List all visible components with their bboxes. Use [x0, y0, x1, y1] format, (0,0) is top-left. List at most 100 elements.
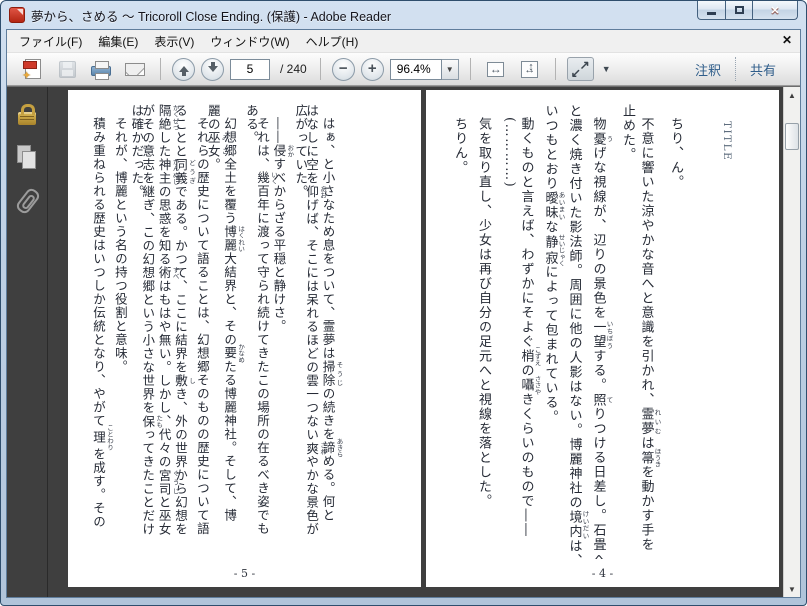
- text-column: TITLE: [709, 104, 733, 559]
- text-run: いつもとおり: [542, 104, 558, 191]
- ruby-annotated-text: 仰あお: [304, 185, 327, 199]
- text-run: りつける日差し。石畳へ: [590, 407, 606, 559]
- toolbar-separator: [160, 58, 161, 80]
- annotations-button[interactable]: 注釈: [681, 60, 735, 79]
- ruby-annotated-text: 巫女 みこ: [205, 131, 229, 158]
- attachments-button[interactable]: [15, 187, 39, 213]
- text-column: 不意に響いた涼やかな音へと意識を引かれ、霊夢 れいむは箒 ほうきを動かす手を: [637, 104, 662, 559]
- text-run: は、: [566, 539, 582, 559]
- text-run: める。何と: [320, 454, 336, 522]
- previous-page-button[interactable]: [172, 57, 195, 81]
- scroll-down-button[interactable]: ▼: [784, 581, 800, 597]
- zoom-level-combo[interactable]: 96.4% ▼: [389, 58, 459, 80]
- navigation-sidebar: [7, 87, 48, 597]
- scroll-up-button[interactable]: ▲: [784, 87, 800, 103]
- minimize-icon: [707, 11, 716, 15]
- text-column: ちり、ん。: [661, 104, 685, 559]
- create-pdf-button[interactable]: [19, 56, 47, 82]
- menu-item[interactable]: ヘルプ(H): [298, 30, 367, 53]
- ruby-annotated-text: 諦あきら: [320, 437, 344, 458]
- ruby-annotated-text: 箒ほうき: [638, 448, 662, 468]
- text-column: いつもとおり曖昧 あいまいな静寂 せいじゃくによって包まれている。: [541, 104, 566, 559]
- page-number-input[interactable]: [230, 58, 270, 80]
- fit-page-button[interactable]: [516, 56, 544, 82]
- print-button[interactable]: [87, 56, 115, 82]
- text-run: たる博麗神社。そして、博: [222, 359, 238, 522]
- ruby-annotated-text: 神主 かんぬし: [156, 158, 180, 185]
- text-column: はぁ、と小さなため息をついて、霊夢は掃除 そうじの続きを諦 あきらめる。何と: [321, 104, 344, 559]
- email-icon: [125, 62, 145, 76]
- zoom-dropdown-button[interactable]: ▼: [441, 58, 459, 80]
- maximize-button[interactable]: [726, 1, 753, 20]
- menu-item[interactable]: 編集(E): [90, 30, 146, 53]
- menu-item[interactable]: 表示(V): [146, 30, 202, 53]
- close-document-icon[interactable]: ✕: [782, 33, 792, 47]
- ruby-annotated-text: 同義 どうぎ: [172, 158, 196, 185]
- fit-width-button[interactable]: ↔: [482, 56, 510, 82]
- scrollbar-thumb[interactable]: [785, 123, 799, 150]
- zoom-level-value[interactable]: 96.4%: [389, 58, 442, 80]
- pdf-page-left: はぁ、と小さなため息をついて、霊夢は掃除 そうじの続きを諦 あきらめる。何と はなしに…: [68, 90, 421, 587]
- text-run: ることと: [172, 104, 188, 158]
- share-button[interactable]: 共有: [736, 60, 790, 79]
- text-run: TITLE: [721, 120, 733, 162]
- text-column: と濃く焼き付いた影法師。周囲に他の人影はない。博麗神社の境内 けいだいは、: [565, 104, 590, 559]
- email-button[interactable]: [121, 56, 149, 82]
- reading-mode-dropdown-icon[interactable]: ▼: [602, 64, 611, 74]
- vertical-scrollbar[interactable]: ▲ ▼: [783, 87, 800, 597]
- text-run: である。かつて、ここに結界を: [172, 185, 188, 374]
- text-run: それらの歴史について語ることは、幻想郷そのものの歴史について語: [194, 116, 210, 536]
- close-button[interactable]: ✕: [753, 1, 798, 20]
- ruby-annotated-text: 掃除 そうじ: [320, 359, 344, 387]
- paperclip-icon: [16, 187, 38, 213]
- page-thumbnails-button[interactable]: [15, 144, 39, 170]
- text-column: 気を取り直し、少女は再び自分の足元へと視線を落とした。: [469, 104, 493, 559]
- pdf-page-right: TITLE ちり、ん。 不意に響いた涼やかな音へと意識を引かれ、霊夢 れいむは箒 ほうき…: [426, 90, 779, 587]
- text-run: やかな景色が: [304, 455, 320, 536]
- scrollbar-track[interactable]: [784, 103, 800, 581]
- save-icon: [58, 60, 76, 78]
- plus-icon: +: [367, 60, 377, 77]
- text-run: 不意に響いた涼やかな音へと意識を引かれ、: [638, 117, 654, 407]
- text-run: な: [542, 220, 558, 235]
- menu-items: ファイル(F) 編集(E) 表示(V) ウィンドウ(W) ヘルプ(H): [11, 30, 366, 53]
- text-run: を動かす手を: [638, 465, 654, 552]
- ruby-annotated-text: 隔絶 かくぜつ: [156, 104, 180, 131]
- close-icon: ✕: [770, 4, 780, 17]
- menu-bar: ファイル(F) 編集(E) 表示(V) ウィンドウ(W) ヘルプ(H) ✕: [7, 30, 800, 53]
- text-run: はぁ、と小さなため息をついて、霊夢は: [320, 116, 336, 360]
- security-panel-button[interactable]: [15, 101, 39, 127]
- page-text: はぁ、と小さなため息をついて、霊夢は掃除 そうじの続きを諦 あきらめる。何と はなしに…: [74, 104, 343, 559]
- page-count-label: / 240: [280, 62, 307, 76]
- minimize-button[interactable]: [697, 1, 726, 20]
- menu-item[interactable]: ウィンドウ(W): [202, 30, 297, 53]
- down-arrow-icon: [207, 62, 218, 72]
- text-run: げば、そこには呆れるほどの雲一つない: [304, 198, 320, 442]
- ruby-annotated-text: 霊夢 れいむ: [638, 407, 662, 436]
- text-run: した: [156, 131, 172, 158]
- zoom-out-button[interactable]: −: [331, 57, 355, 81]
- text-run: はなしに空を: [304, 104, 320, 185]
- text-run: 動くものと言えば、わずかにそよぐ: [518, 117, 534, 349]
- menu-item[interactable]: ファイル(F): [11, 30, 90, 53]
- create-pdf-icon: [22, 59, 41, 82]
- text-run: 気を取り直し、少女は再び自分の足元へと視線を落とした。: [476, 117, 491, 509]
- ruby-annotated-text: 術すべ: [156, 266, 180, 280]
- toolbar-separator: [554, 58, 556, 80]
- zoom-in-button[interactable]: +: [360, 57, 384, 81]
- text-column: 幻想郷全土を覆う博麗 はくれい大結界と、その要 かなめたる博麗神社。そして、博: [222, 104, 245, 559]
- text-column: [685, 104, 709, 559]
- text-run: 百年に渡って守られ続けてきたこの場所の在るべき姿でも: [254, 184, 270, 535]
- ruby-annotated-text: 要かなめ: [222, 343, 245, 363]
- reading-mode-button[interactable]: [566, 57, 594, 81]
- page-number-label: - 4 -: [591, 567, 614, 580]
- lock-icon: [18, 104, 36, 125]
- ruby-annotated-text: 静寂 せいじゃく: [542, 233, 566, 267]
- next-page-button[interactable]: [201, 57, 224, 81]
- text-run: と濃く焼き付いた影法師。周囲に他の人影はない。博麗神社の: [566, 104, 582, 510]
- ruby-annotated-text: 憂う: [590, 131, 614, 147]
- ruby-annotated-text: 敷し: [172, 374, 196, 388]
- save-button[interactable]: [53, 56, 81, 82]
- text-run: げな視線が、辺りの景色を: [590, 146, 606, 320]
- text-run: それは、: [254, 116, 270, 171]
